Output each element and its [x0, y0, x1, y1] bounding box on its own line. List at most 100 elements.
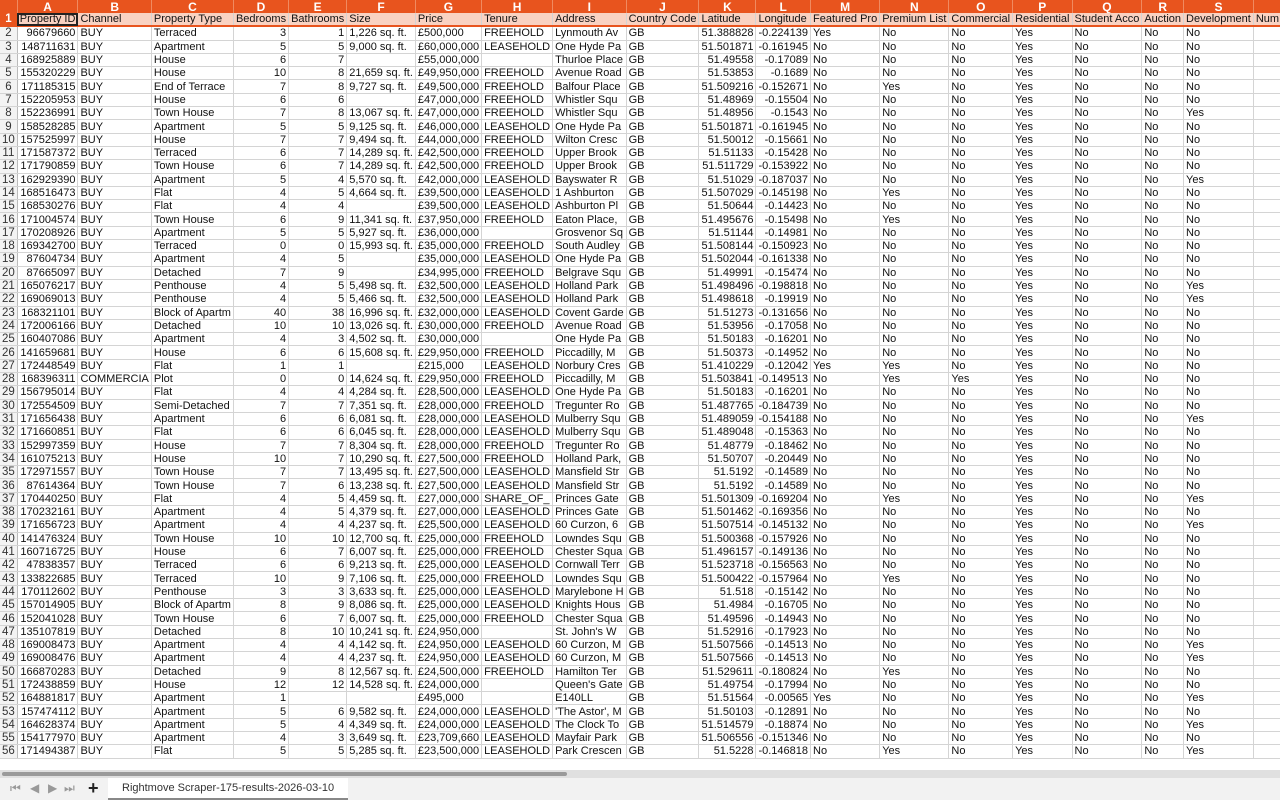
cell[interactable]	[1253, 571, 1280, 586]
cell[interactable]: No	[948, 319, 1014, 334]
row-number[interactable]: 2	[0, 26, 18, 41]
cell[interactable]: 14,289 sq. ft.	[346, 159, 416, 174]
cell[interactable]: No	[879, 439, 950, 453]
cell[interactable]: No	[1141, 146, 1185, 161]
cell[interactable]: House	[151, 133, 234, 147]
cell[interactable]: No	[948, 186, 1014, 201]
cell[interactable]: No	[948, 66, 1014, 81]
cell[interactable]: No	[810, 744, 881, 759]
cell[interactable]: No	[1183, 146, 1254, 161]
cell[interactable]: 172006166	[17, 319, 79, 334]
cell[interactable]: No	[810, 665, 881, 679]
cell[interactable]: 165076217	[17, 279, 79, 294]
cell[interactable]	[1253, 226, 1280, 241]
cell[interactable]: No	[810, 571, 881, 586]
cell[interactable]: No	[948, 79, 1014, 94]
cell[interactable]: No	[1141, 106, 1185, 121]
row-number[interactable]: 30	[0, 399, 18, 413]
cell[interactable]: -0.15474	[755, 266, 811, 280]
cell[interactable]: -0.15498	[755, 212, 811, 227]
cell[interactable]: Apartment	[151, 718, 234, 733]
cell[interactable]: 51.51273	[698, 306, 757, 320]
cell[interactable]: -0.15661	[755, 133, 811, 147]
cell[interactable]: No	[948, 505, 1014, 520]
cell[interactable]: FREEHOLD	[481, 239, 554, 254]
row-number[interactable]: 35	[0, 465, 18, 480]
cell[interactable]: 51.50373	[698, 345, 757, 360]
cell[interactable]: No	[1183, 306, 1254, 320]
cell[interactable]: No	[1141, 26, 1185, 41]
cell[interactable]: No	[1183, 532, 1254, 546]
cell[interactable]: No	[810, 465, 881, 480]
cell[interactable]	[346, 199, 416, 214]
cell[interactable]: -0.145198	[755, 186, 811, 201]
cell[interactable]: 51.49596	[698, 611, 757, 626]
cell[interactable]: No	[1141, 465, 1185, 480]
cell[interactable]: 170232161	[17, 505, 79, 520]
cell[interactable]: FREEHOLD	[481, 26, 554, 41]
cell[interactable]: 51.507514	[698, 518, 757, 533]
cell[interactable]: No	[1183, 505, 1254, 520]
cell[interactable]: 4	[288, 385, 348, 400]
cell[interactable]: 6	[233, 558, 290, 573]
cell[interactable]: Yes	[1183, 292, 1254, 307]
cell[interactable]: BUY	[77, 146, 152, 161]
cell[interactable]: No	[948, 691, 1014, 706]
cell[interactable]: Yes	[1012, 439, 1073, 453]
cell[interactable]: Yes	[1012, 199, 1073, 214]
cell[interactable]: BUY	[77, 239, 152, 254]
cell[interactable]: GB	[626, 665, 700, 679]
cell[interactable]: -0.15428	[755, 146, 811, 161]
cell[interactable]: £35,000,000	[415, 252, 483, 267]
cell[interactable]: GB	[626, 239, 700, 254]
cell[interactable]: No	[1183, 319, 1254, 334]
row-number[interactable]: 8	[0, 106, 18, 121]
cell[interactable]: 170208926	[17, 226, 79, 241]
cell[interactable]: 60 Curzon, M	[552, 651, 627, 666]
header-cell[interactable]: Residential	[1012, 13, 1073, 28]
cell[interactable]: No	[879, 53, 950, 68]
cell[interactable]: Town House	[151, 611, 234, 626]
cell[interactable]: No	[1141, 625, 1185, 639]
cell[interactable]: 15,993 sq. ft.	[346, 239, 416, 254]
cell[interactable]: Yes	[879, 212, 950, 227]
cell[interactable]: No	[879, 252, 950, 267]
cell[interactable]: Terraced	[151, 146, 234, 161]
cell[interactable]: -0.19919	[755, 292, 811, 307]
cell[interactable]: No	[1072, 585, 1143, 600]
cell[interactable]: 8	[233, 625, 290, 639]
cell[interactable]: Yes	[1012, 399, 1073, 413]
cell[interactable]: Yes	[1012, 571, 1073, 586]
cell[interactable]: £28,000,000	[415, 412, 483, 427]
cell[interactable]: LEASEHOLD	[481, 252, 554, 267]
cell[interactable]: No	[810, 385, 881, 400]
cell[interactable]: No	[1183, 93, 1254, 108]
cell[interactable]: 169342700	[17, 239, 79, 254]
cell[interactable]: No	[1183, 731, 1254, 746]
cell[interactable]: No	[1183, 26, 1254, 41]
cell[interactable]: £39,500,000	[415, 186, 483, 201]
cell[interactable]: GB	[626, 611, 700, 626]
cell[interactable]: 87604734	[17, 252, 79, 267]
cell[interactable]: BUY	[77, 611, 152, 626]
cell[interactable]: 51.498496	[698, 279, 757, 294]
cell[interactable]: £60,000,000	[415, 40, 483, 54]
cell[interactable]: No	[810, 611, 881, 626]
cell[interactable]: No	[1072, 359, 1143, 374]
row-number[interactable]: 49	[0, 651, 18, 666]
cell[interactable]: 7	[233, 133, 290, 147]
cell[interactable]: No	[1183, 465, 1254, 480]
cell[interactable]: No	[810, 704, 881, 719]
cell[interactable]: No	[948, 558, 1014, 573]
cell[interactable]: No	[879, 465, 950, 480]
cell[interactable]: Yes	[1012, 625, 1073, 639]
cell[interactable]: 3	[288, 585, 348, 600]
cell[interactable]: No	[948, 199, 1014, 214]
cell[interactable]	[481, 678, 554, 693]
cell[interactable]: No	[1072, 425, 1143, 440]
cell[interactable]: No	[1183, 704, 1254, 719]
cell[interactable]: BUY	[77, 292, 152, 307]
cell[interactable]: £27,000,000	[415, 505, 483, 520]
cell[interactable]: Yes	[1012, 79, 1073, 94]
cell[interactable]: Apartment	[151, 173, 234, 187]
